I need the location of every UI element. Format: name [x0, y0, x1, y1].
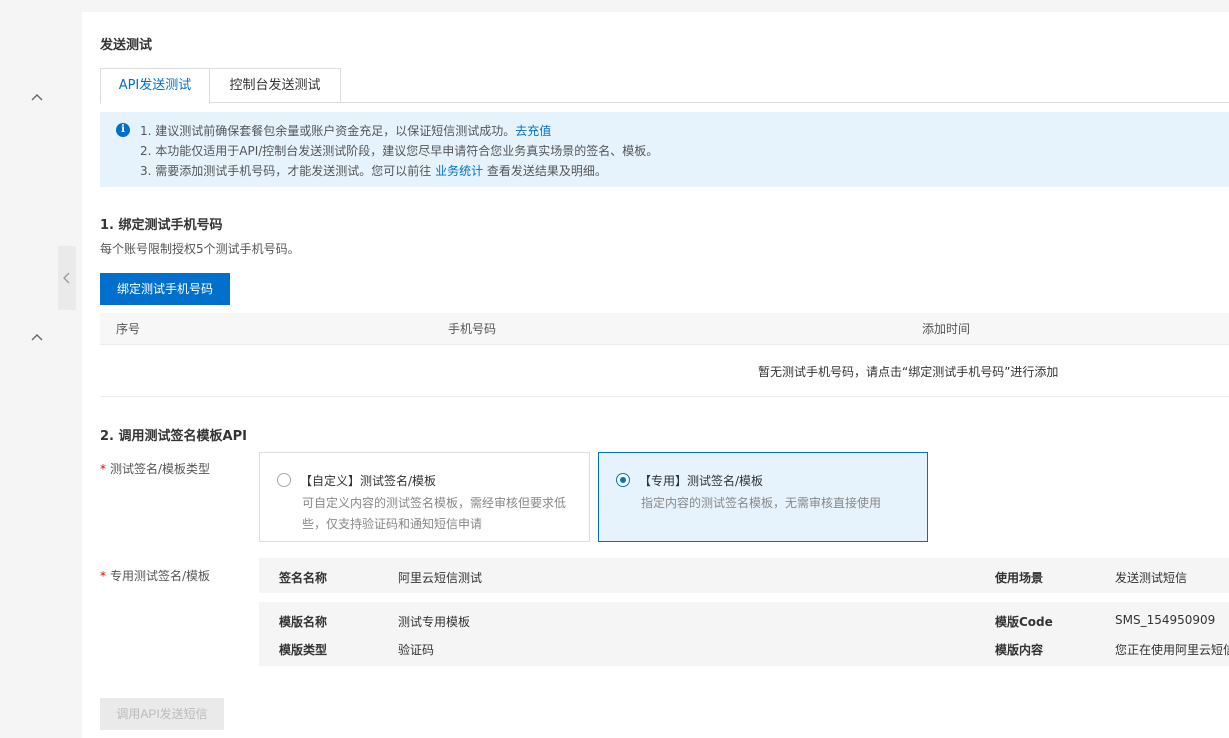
phone-table-empty: 暂无测试手机号码，请点击“绑定测试手机号码”进行添加	[100, 345, 1229, 397]
option-custom-sign-template[interactable]: 【自定义】测试签名/模板 可自定义内容的测试签名模板，需经审核但要求低些，仅支持…	[259, 452, 590, 542]
notice-line-2: 2. 本功能仅适用于API/控制台发送测试阶段，建议您尽早申请符合您业务真实场景…	[140, 144, 659, 158]
phone-table-header: 序号 手机号码 添加时间	[100, 313, 1229, 345]
required-mark: *	[100, 569, 106, 583]
step1-desc: 每个账号限制授权5个测试手机号码。	[100, 242, 300, 256]
option-title: 【自定义】测试签名/模板	[300, 474, 437, 488]
option-desc: 可自定义内容的测试签名模板，需经审核但要求低些，仅支持验证码和通知短信申请	[302, 496, 567, 531]
sign-info-row: 签名名称 阿里云短信测试 使用场景 发送测试短信	[259, 558, 1229, 593]
radio-dedicated[interactable]	[616, 473, 630, 487]
notice-box: i 1. 建议测试前确保套餐包余量或账户资金充足，以保证短信测试成功。去充值 2…	[100, 112, 1229, 187]
template-info-block: 模版名称 测试专用模板 模版Code SMS_154950909 模版类型 验证…	[259, 602, 1229, 666]
sidebar-collapse-handle[interactable]	[58, 246, 76, 310]
bind-test-phone-button[interactable]: 绑定测试手机号码	[100, 273, 230, 305]
scene-key: 使用场景	[995, 571, 1044, 585]
template-name-value: 测试专用模板	[398, 615, 471, 629]
option-desc: 指定内容的测试签名模板，无需审核直接使用	[641, 496, 882, 510]
required-mark: *	[100, 462, 106, 476]
send-test-panel: 发送测试 API发送测试 控制台发送测试 i 1. 建议测试前确保套餐包余量或账…	[82, 12, 1229, 738]
column-header-phone: 手机号码	[448, 322, 497, 336]
option-title: 【专用】测试签名/模板	[639, 474, 764, 488]
template-name-key: 模版名称	[279, 615, 328, 629]
tab-bar: API发送测试 控制台发送测试	[100, 68, 1229, 104]
sign-name-value: 阿里云短信测试	[398, 571, 483, 585]
step2-title: 2. 调用测试签名模板API	[100, 429, 247, 444]
left-rail	[0, 0, 60, 738]
business-stats-link[interactable]: 业务统计	[435, 164, 483, 178]
info-icon: i	[116, 123, 130, 137]
chevron-up-icon[interactable]	[30, 91, 44, 105]
sign-name-key: 签名名称	[279, 571, 328, 585]
sign-template-type-label: * 测试签名/模板类型	[100, 462, 211, 476]
option-dedicated-sign-template[interactable]: 【专用】测试签名/模板 指定内容的测试签名模板，无需审核直接使用	[598, 452, 928, 542]
call-api-send-sms-button: 调用API发送短信	[100, 698, 224, 730]
template-code-value: SMS_154950909	[1115, 613, 1216, 627]
template-content-key: 模版内容	[995, 643, 1044, 657]
notice-line-3: 3. 需要添加测试手机号码，才能发送测试。您可以前往 业务统计 查看发送结果及明…	[140, 164, 607, 178]
template-code-key: 模版Code	[995, 615, 1053, 629]
template-content-value: 您正在使用阿里云短信	[1115, 643, 1229, 657]
empty-table-message: 暂无测试手机号码，请点击“绑定测试手机号码”进行添加	[758, 365, 1059, 379]
column-header-added-time: 添加时间	[922, 322, 971, 336]
tab-api-send-test[interactable]: API发送测试	[100, 68, 210, 104]
step1-title: 1. 绑定测试手机号码	[100, 218, 223, 233]
radio-custom[interactable]	[277, 473, 291, 487]
recharge-link[interactable]: 去充值	[515, 124, 551, 138]
chevron-up-icon[interactable]	[30, 331, 44, 345]
chevron-left-icon	[63, 272, 70, 284]
template-type-value: 验证码	[398, 643, 435, 657]
tab-console-send-test[interactable]: 控制台发送测试	[209, 68, 341, 103]
scene-value: 发送测试短信	[1115, 571, 1188, 585]
dedicated-sign-template-label: * 专用测试签名/模板	[100, 569, 211, 583]
template-type-key: 模版类型	[279, 643, 328, 657]
column-header-index: 序号	[116, 322, 141, 336]
notice-line-1: 1. 建议测试前确保套餐包余量或账户资金充足，以保证短信测试成功。去充值	[140, 124, 552, 138]
section-title: 发送测试	[100, 38, 153, 53]
